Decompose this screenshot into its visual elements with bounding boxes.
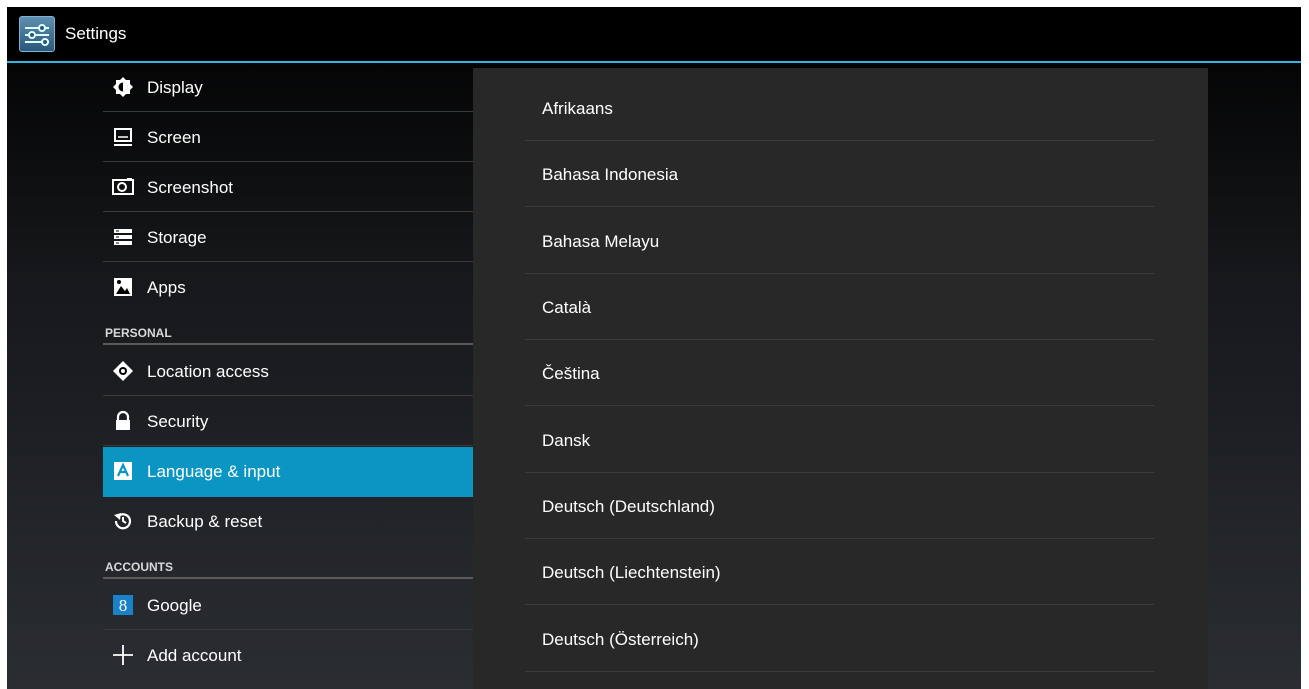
menu-label: Add account <box>147 646 242 665</box>
plus-icon <box>113 645 133 665</box>
language-label: Català <box>542 298 592 317</box>
language-item-afrikaans[interactable]: Afrikaans <box>525 75 1154 141</box>
apps-icon <box>114 278 132 296</box>
menu-item-add-account[interactable]: Add account <box>103 631 473 680</box>
storage-icon <box>114 229 132 245</box>
settings-menu: Display Screen Screenshot Storage Apps P… <box>103 63 473 689</box>
language-item-cestina[interactable]: Čeština <box>525 340 1154 406</box>
menu-label: Location access <box>147 362 269 381</box>
brightness-icon <box>113 77 133 97</box>
app-title: Settings <box>65 24 127 43</box>
language-label: Deutsch (Österreich) <box>542 630 699 649</box>
menu-label: Screenshot <box>147 178 233 197</box>
menu-label: Security <box>147 412 209 431</box>
menu-item-screenshot[interactable]: Screenshot <box>103 163 473 212</box>
menu-label: Backup & reset <box>147 512 263 531</box>
menu-item-google[interactable]: 8 Google <box>103 581 473 630</box>
menu-item-apps[interactable]: Apps <box>103 263 473 312</box>
camera-icon <box>112 178 134 195</box>
monitor-icon <box>114 128 132 146</box>
settings-app-icon[interactable] <box>19 16 55 52</box>
menu-item-screen[interactable]: Screen <box>103 113 473 162</box>
backup-icon <box>114 513 132 530</box>
menu-item-storage[interactable]: Storage <box>103 213 473 262</box>
language-list-panel: Afrikaans Bahasa Indonesia Bahasa Melayu… <box>473 68 1208 689</box>
google-icon: 8 <box>113 595 133 615</box>
menu-item-security[interactable]: Security <box>103 397 473 446</box>
lock-icon <box>116 410 130 430</box>
settings-screen: Settings Display Screen Screenshot Stora… <box>7 7 1301 689</box>
menu-label: Storage <box>147 228 207 247</box>
language-label: Dansk <box>542 431 591 450</box>
menu-item-language-input[interactable]: Language & input <box>103 447 473 497</box>
language-label: Bahasa Melayu <box>542 232 660 251</box>
language-item-bahasa-indonesia[interactable]: Bahasa Indonesia <box>525 141 1154 207</box>
location-icon <box>113 361 133 381</box>
language-label: Deutsch (Deutschland) <box>542 497 715 516</box>
language-label: Afrikaans <box>542 99 613 118</box>
action-bar: Settings <box>7 7 1301 63</box>
section-header-personal: PERSONAL <box>103 323 473 345</box>
menu-item-display[interactable]: Display <box>103 63 473 112</box>
menu-label: Display <box>147 78 203 97</box>
menu-label: Google <box>147 596 202 615</box>
language-label: Deutsch (Liechtenstein) <box>542 563 721 582</box>
svg-text:8: 8 <box>119 596 128 615</box>
section-header-label: ACCOUNTS <box>105 560 173 574</box>
menu-item-location-access[interactable]: Location access <box>103 347 473 396</box>
language-icon <box>114 462 132 480</box>
language-item-catala[interactable]: Català <box>525 274 1154 340</box>
language-item-dansk[interactable]: Dansk <box>525 407 1154 473</box>
language-item-deutsch-deutschland[interactable]: Deutsch (Deutschland) <box>525 473 1154 539</box>
language-label: Bahasa Indonesia <box>542 165 679 184</box>
section-header-accounts: ACCOUNTS <box>103 557 473 579</box>
language-label: Čeština <box>542 364 600 383</box>
section-header-label: PERSONAL <box>105 326 172 340</box>
menu-item-backup-reset[interactable]: Backup & reset <box>103 497 473 546</box>
menu-label: Screen <box>147 128 201 147</box>
language-item-deutsch-liechtenstein[interactable]: Deutsch (Liechtenstein) <box>525 539 1154 605</box>
menu-label: Language & input <box>147 462 281 481</box>
menu-label: Apps <box>147 278 186 297</box>
language-item-bahasa-melayu[interactable]: Bahasa Melayu <box>525 208 1154 274</box>
language-item-deutsch-osterreich[interactable]: Deutsch (Österreich) <box>525 606 1154 672</box>
